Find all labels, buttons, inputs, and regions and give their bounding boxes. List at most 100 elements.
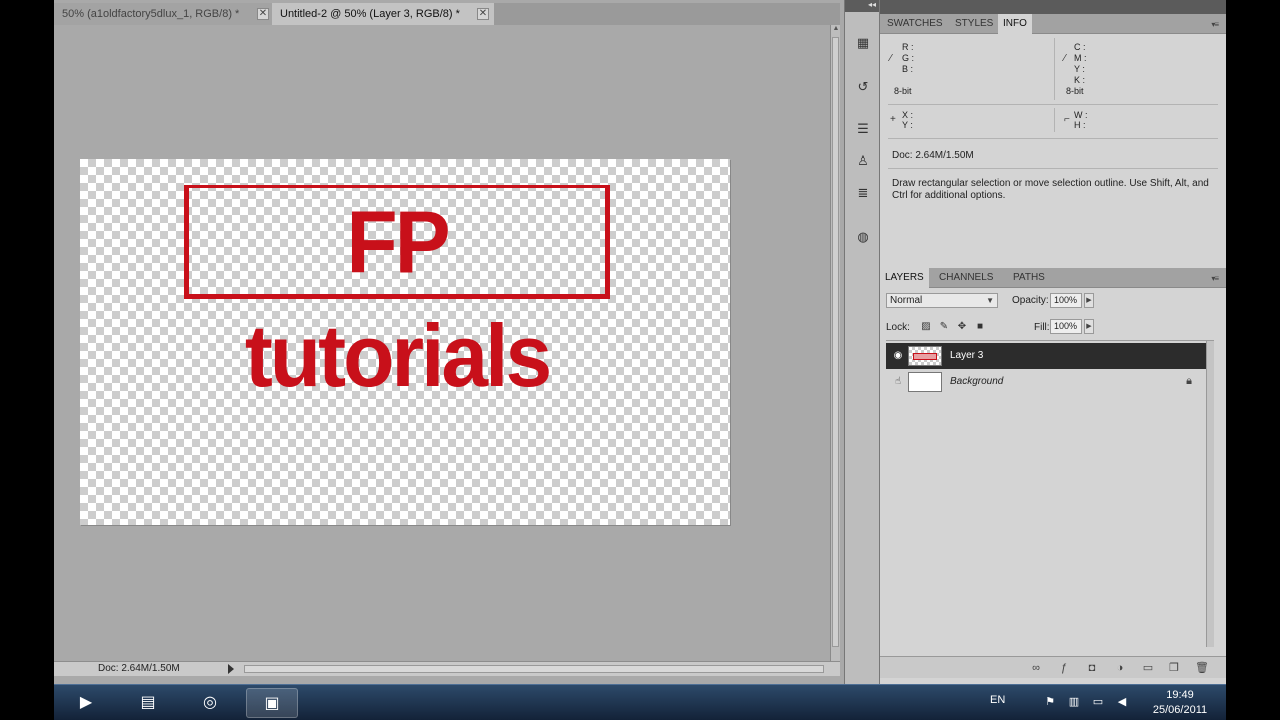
actions-icon[interactable]: ≣ <box>853 184 873 202</box>
panel-menu-icon[interactable]: ▾≡ <box>1211 20 1219 29</box>
layer-thumbnail-stamp <box>913 353 937 360</box>
photoshop-window: 50% (a1oldfactory5dlux_1, RGB/8) * ✕ Unt… <box>54 0 1226 684</box>
visibility-eye-icon[interactable]: ◉ <box>892 350 904 362</box>
tab-swatches[interactable]: SWATCHES <box>882 14 948 34</box>
fill-input[interactable]: 100% <box>1050 319 1082 334</box>
lock-image-pixels-icon[interactable]: ✎ <box>938 321 950 333</box>
link-layers-icon[interactable]: ∞ <box>1028 660 1044 676</box>
layer-name: Background <box>950 376 1004 387</box>
info-m-label: M : <box>1074 53 1087 63</box>
stamp-graphic: FP tutorials <box>184 185 610 405</box>
layer-mask-icon[interactable]: ◘ <box>1084 660 1100 676</box>
info-y-label: Y : <box>902 120 913 130</box>
tray-network-icon[interactable]: ▥ <box>1066 694 1082 710</box>
history-icon[interactable]: ↺ <box>853 78 873 96</box>
adjustments-icon[interactable]: ☰ <box>853 120 873 138</box>
info-bit-depth-left: 8-bit <box>894 86 912 96</box>
windows-taskbar: ▶ ▤ ◎ ▣ EN ⚑ ▥ ▭ ◀ 19:49 25/06/2011 <box>54 684 1226 720</box>
fill-slider-arrow-icon[interactable]: ▶ <box>1084 319 1094 334</box>
delete-layer-icon[interactable]: 🗑︎ <box>1194 660 1210 676</box>
language-indicator[interactable]: EN <box>990 694 1005 706</box>
eyedropper-icon: ⁄ <box>1064 53 1066 64</box>
clock-time: 19:49 <box>1166 689 1194 701</box>
tab-paths[interactable]: PATHS <box>1008 268 1050 288</box>
info-c-label: C : <box>1074 42 1086 52</box>
chrome-icon[interactable]: ◎ <box>184 688 236 718</box>
new-group-icon[interactable]: ▭ <box>1140 660 1156 676</box>
document-tab-untitled-2[interactable]: Untitled-2 @ 50% (Layer 3, RGB/8) * ✕ <box>272 3 494 25</box>
tab-channels[interactable]: CHANNELS <box>934 268 998 288</box>
right-panels: SWATCHES STYLES INFO ▾≡ ⁄ R : G : B : 8-… <box>880 0 1226 684</box>
tab-layers[interactable]: LAYERS <box>880 268 929 288</box>
layers-footer: ∞ ƒ ◘ ◑ ▭ ❐ 🗑︎ <box>880 656 1226 678</box>
document-tab-label: Untitled-2 @ 50% (Layer 3, RGB/8) * <box>280 8 460 20</box>
tray-flag-icon[interactable]: ⚑ <box>1042 694 1058 710</box>
info-divider <box>888 168 1218 169</box>
lock-icon: 🔒︎ <box>1186 375 1192 387</box>
info-divider <box>1054 38 1055 100</box>
info-divider <box>888 138 1218 139</box>
document-tab-label: 50% (a1oldfactory5dlux_1, RGB/8) * <box>62 8 240 20</box>
cursor-hand-icon[interactable]: ☝ <box>892 376 904 388</box>
layer-row-background[interactable]: ☝ Background 🔒︎ <box>886 369 1212 395</box>
collapse-arrows-icon[interactable]: ◂◂ <box>845 0 879 12</box>
panel-dock-header <box>880 0 1226 14</box>
layer-thumbnail <box>908 372 942 392</box>
info-k-label: K : <box>1074 75 1086 85</box>
info-r-label: R : <box>902 42 914 52</box>
info-g-label: G : <box>902 53 915 63</box>
panel-icon-strip: ◂◂ ▦ ↺ ☰ ♙ ≣ ◍ <box>844 0 880 684</box>
new-layer-icon[interactable]: ❐ <box>1166 660 1182 676</box>
lock-label: Lock: <box>886 322 910 333</box>
layer-style-icon[interactable]: ƒ <box>1056 660 1072 676</box>
layers-panel: LAYERS CHANNELS PATHS ▾≡ Normal ▼ Opacit… <box>880 268 1226 684</box>
lock-position-icon[interactable]: ✥ <box>956 321 968 333</box>
photoshop-taskbar-icon[interactable]: ▣ <box>246 688 298 718</box>
status-bar: Doc: 2.64M/1.50M <box>54 661 840 676</box>
info-divider <box>1054 108 1055 132</box>
document-tab-oldfactory[interactable]: 50% (a1oldfactory5dlux_1, RGB/8) * ✕ <box>54 3 274 25</box>
info-b-label: B : <box>902 64 914 74</box>
layers-panel-tabs: LAYERS CHANNELS PATHS ▾≡ <box>880 268 1226 288</box>
tray-volume-icon[interactable]: ◀ <box>1114 694 1130 710</box>
mini-bridge-icon[interactable]: ▦ <box>853 34 873 52</box>
eyedropper-icon: ⁄ <box>890 53 892 64</box>
fill-label: Fill: <box>1034 322 1050 333</box>
lock-transparent-pixels-icon[interactable]: ▨ <box>920 321 932 333</box>
system-clock[interactable]: 19:49 25/06/2011 <box>1144 688 1216 718</box>
status-menu-arrow-icon[interactable] <box>228 664 234 674</box>
styles-palette-icon[interactable]: ◍ <box>853 228 873 246</box>
clone-source-icon[interactable]: ♙ <box>853 152 873 170</box>
lock-all-icon[interactable]: ■ <box>974 321 986 333</box>
tab-info[interactable]: INFO <box>998 14 1032 34</box>
info-panel-tabs: SWATCHES STYLES INFO ▾≡ <box>880 14 1226 34</box>
layers-scrollbar[interactable] <box>1206 341 1214 647</box>
layer-row-layer-3[interactable]: ◉ Layer 3 <box>886 343 1212 369</box>
info-bit-depth-right: 8-bit <box>1066 86 1084 96</box>
adjustment-layer-icon[interactable]: ◑ <box>1112 660 1128 676</box>
blend-mode-select[interactable]: Normal ▼ <box>886 293 998 308</box>
canvas-area[interactable]: FP tutorials <box>54 25 828 661</box>
opacity-input[interactable]: 100% <box>1050 293 1082 308</box>
scrollbar-thumb[interactable] <box>832 37 839 647</box>
vertical-scrollbar[interactable]: ▲ <box>830 25 840 661</box>
close-icon[interactable]: ✕ <box>257 8 269 20</box>
opacity-slider-arrow-icon[interactable]: ▶ <box>1084 293 1094 308</box>
clock-date: 25/06/2011 <box>1152 704 1208 716</box>
tray-monitor-icon[interactable]: ▭ <box>1090 694 1106 710</box>
layer-name: Layer 3 <box>950 350 984 361</box>
media-player-icon[interactable]: ▶ <box>60 688 112 718</box>
document-tab-bar: 50% (a1oldfactory5dlux_1, RGB/8) * ✕ Unt… <box>54 3 840 25</box>
tab-styles[interactable]: STYLES <box>950 14 998 34</box>
close-icon[interactable]: ✕ <box>477 8 489 20</box>
opacity-label: Opacity: <box>1012 295 1049 306</box>
scroll-up-icon[interactable]: ▲ <box>831 25 841 35</box>
info-h-label: H : <box>1074 120 1086 130</box>
selection-size-icon: ⌐ <box>1064 114 1070 125</box>
crosshair-icon: + <box>890 114 896 125</box>
document-canvas[interactable]: FP tutorials <box>80 159 730 525</box>
blend-mode-value: Normal <box>890 295 923 306</box>
file-explorer-icon[interactable]: ▤ <box>122 688 174 718</box>
panel-menu-icon[interactable]: ▾≡ <box>1211 274 1219 283</box>
horizontal-scrollbar[interactable] <box>244 665 824 673</box>
